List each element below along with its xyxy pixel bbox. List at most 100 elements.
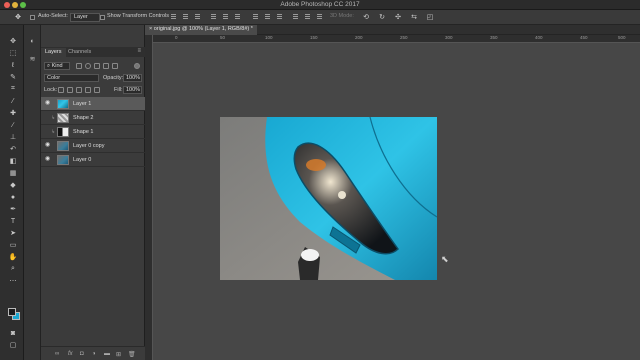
layer-row-layer-0-copy[interactable]: ◉ Layer 0 copy bbox=[41, 139, 145, 153]
align-left-icon[interactable] bbox=[210, 13, 217, 20]
auto-select-dropdown[interactable]: Layer bbox=[70, 12, 100, 22]
document-tab-title: original.jpg @ 100% (Layer 1, RGB/8#) * bbox=[153, 26, 253, 32]
cursor-arrow-icon: ⬉ bbox=[441, 254, 449, 264]
rectangle-tool-icon[interactable]: ▭ bbox=[9, 241, 17, 249]
distribute-left-icon[interactable] bbox=[292, 13, 299, 20]
link-icon[interactable]: ∞ bbox=[55, 351, 59, 357]
adjustment-icon[interactable]: ◑ bbox=[92, 351, 96, 357]
layer-name[interactable]: Layer 1 bbox=[73, 101, 91, 107]
distribute-hcenter-icon[interactable] bbox=[304, 13, 311, 20]
eraser-tool-icon[interactable]: ◧ bbox=[9, 157, 17, 165]
align-hcenter-icon[interactable] bbox=[222, 13, 229, 20]
show-transform-checkbox[interactable] bbox=[100, 14, 105, 20]
layer-name[interactable]: Layer 0 copy bbox=[73, 143, 105, 149]
panel-menu-icon[interactable]: ≡ bbox=[137, 48, 141, 54]
layers-panel: Layers Channels ≡ ⌕ Kind Color Opacity: … bbox=[41, 25, 145, 360]
filter-kind-dropdown[interactable]: ⌕ Kind bbox=[44, 62, 70, 70]
layer-row-layer-1[interactable]: ◉ Layer 1 bbox=[41, 97, 145, 111]
eyedropper-tool-icon[interactable]: ⁄ bbox=[9, 97, 17, 105]
move-tool-icon[interactable]: ✥ bbox=[9, 37, 17, 45]
filter-pixel-icon[interactable] bbox=[76, 63, 82, 69]
hand-tool-icon[interactable]: ✋ bbox=[9, 253, 18, 261]
distribute-right-icon[interactable] bbox=[316, 13, 323, 20]
foreground-color-swatch[interactable] bbox=[8, 308, 16, 316]
more-tools-icon[interactable]: ⋯ bbox=[9, 277, 17, 285]
layer-name[interactable]: Layer 0 bbox=[73, 157, 91, 163]
quick-mask-icon[interactable]: ◙ bbox=[9, 329, 17, 337]
blur-tool-icon[interactable]: ◆ bbox=[9, 181, 17, 189]
mask-icon[interactable]: ◘ bbox=[80, 351, 84, 357]
roll-3d-icon[interactable]: ↻ bbox=[378, 13, 386, 21]
lock-all-icon[interactable] bbox=[94, 87, 100, 93]
distribute-top-icon[interactable] bbox=[252, 13, 259, 20]
crop-tool-icon[interactable]: ⌗ bbox=[9, 85, 17, 93]
pan-3d-icon[interactable]: ✣ bbox=[394, 13, 402, 21]
marquee-tool-icon[interactable]: ⬚ bbox=[9, 49, 17, 57]
align-bottom-icon[interactable] bbox=[194, 13, 201, 20]
lasso-tool-icon[interactable]: ℓ bbox=[9, 61, 17, 69]
lock-image-icon[interactable] bbox=[67, 87, 73, 93]
filter-toggle[interactable] bbox=[134, 63, 140, 69]
fill-input[interactable]: 100% bbox=[123, 86, 142, 94]
healing-brush-tool-icon[interactable]: ✚ bbox=[9, 109, 17, 117]
ruler-horizontal: 0 50 100 150 200 250 300 350 400 450 500 bbox=[153, 35, 640, 43]
document-tab[interactable]: × original.jpg @ 100% (Layer 1, RGB/8#) … bbox=[145, 25, 257, 35]
layer-name[interactable]: Shape 1 bbox=[73, 129, 94, 135]
trash-icon[interactable]: 🗑 bbox=[128, 351, 136, 358]
distribute-vcenter-icon[interactable] bbox=[264, 13, 271, 20]
folder-icon[interactable]: ▬ bbox=[104, 351, 110, 357]
gradient-tool-icon[interactable]: ▦ bbox=[9, 169, 17, 177]
layers-panel-icon[interactable]: ≋ bbox=[28, 54, 37, 63]
filter-adjustment-icon[interactable] bbox=[85, 63, 91, 69]
eye-icon[interactable]: ◉ bbox=[45, 100, 51, 106]
ruler-tick: 450 bbox=[580, 35, 588, 40]
align-right-icon[interactable] bbox=[234, 13, 241, 20]
brush-tool-icon[interactable]: ∕ bbox=[9, 121, 17, 129]
ruler-tick: 400 bbox=[535, 35, 543, 40]
history-panel-icon[interactable]: ◐ bbox=[28, 37, 37, 46]
filter-type-icon[interactable] bbox=[94, 63, 100, 69]
eye-icon[interactable]: ◉ bbox=[45, 156, 51, 162]
layers-panel-tabs: Layers Channels ≡ bbox=[41, 47, 145, 57]
layer-name[interactable]: Shape 2 bbox=[73, 115, 94, 121]
tab-layers[interactable]: Layers bbox=[41, 48, 66, 57]
lock-transparent-icon[interactable] bbox=[58, 87, 64, 93]
path-select-tool-icon[interactable]: ➤ bbox=[9, 229, 17, 237]
type-tool-icon[interactable]: T bbox=[9, 217, 17, 225]
tab-channels[interactable]: Channels bbox=[64, 48, 95, 57]
filter-shape-icon[interactable] bbox=[103, 63, 109, 69]
lock-artboard-icon[interactable] bbox=[85, 87, 91, 93]
slide-3d-icon[interactable]: ⇆ bbox=[410, 13, 418, 21]
ruler-tick: 50 bbox=[220, 35, 226, 40]
canvas-image[interactable] bbox=[220, 117, 437, 280]
clone-stamp-tool-icon[interactable]: ⊥ bbox=[9, 133, 17, 141]
car-headlight-photo bbox=[220, 117, 437, 280]
opacity-input[interactable]: 100% bbox=[123, 74, 142, 82]
align-vcenter-icon[interactable] bbox=[182, 13, 189, 20]
screen-mode-icon[interactable]: ▢ bbox=[9, 341, 17, 349]
ruler-tick: 250 bbox=[400, 35, 408, 40]
layer-row-shape-1[interactable]: ↳ Shape 1 bbox=[41, 125, 145, 139]
blend-mode-dropdown[interactable]: Color bbox=[44, 74, 99, 82]
auto-select-checkbox[interactable] bbox=[30, 14, 35, 20]
distribute-bottom-icon[interactable] bbox=[276, 13, 283, 20]
layer-row-shape-2[interactable]: ↳ Shape 2 bbox=[41, 111, 145, 125]
lock-position-icon[interactable] bbox=[76, 87, 82, 93]
scale-3d-icon[interactable]: ◰ bbox=[426, 13, 434, 21]
fx-icon[interactable]: fx bbox=[68, 351, 73, 357]
clipping-arrow-icon: ↳ bbox=[51, 129, 56, 135]
quick-select-tool-icon[interactable]: ✎ bbox=[9, 73, 17, 81]
orbit-3d-icon[interactable]: ⟲ bbox=[362, 13, 370, 21]
layers-panel-footer: ∞ fx ◘ ◑ ▬ ⊞ 🗑 bbox=[41, 346, 145, 360]
history-brush-tool-icon[interactable]: ↶ bbox=[9, 145, 17, 153]
move-icon[interactable]: ✥ bbox=[14, 13, 22, 21]
eye-icon[interactable]: ◉ bbox=[45, 142, 51, 148]
align-top-icon[interactable] bbox=[170, 13, 177, 20]
pen-tool-icon[interactable]: ✒ bbox=[9, 205, 17, 213]
title-bar: Adobe Photoshop CC 2017 bbox=[0, 0, 640, 10]
new-layer-icon[interactable]: ⊞ bbox=[116, 351, 121, 358]
filter-smart-object-icon[interactable] bbox=[112, 63, 118, 69]
zoom-tool-icon[interactable]: ⌕ bbox=[9, 265, 17, 273]
dodge-tool-icon[interactable]: ● bbox=[9, 193, 17, 201]
layer-row-layer-0[interactable]: ◉ Layer 0 bbox=[41, 153, 145, 167]
